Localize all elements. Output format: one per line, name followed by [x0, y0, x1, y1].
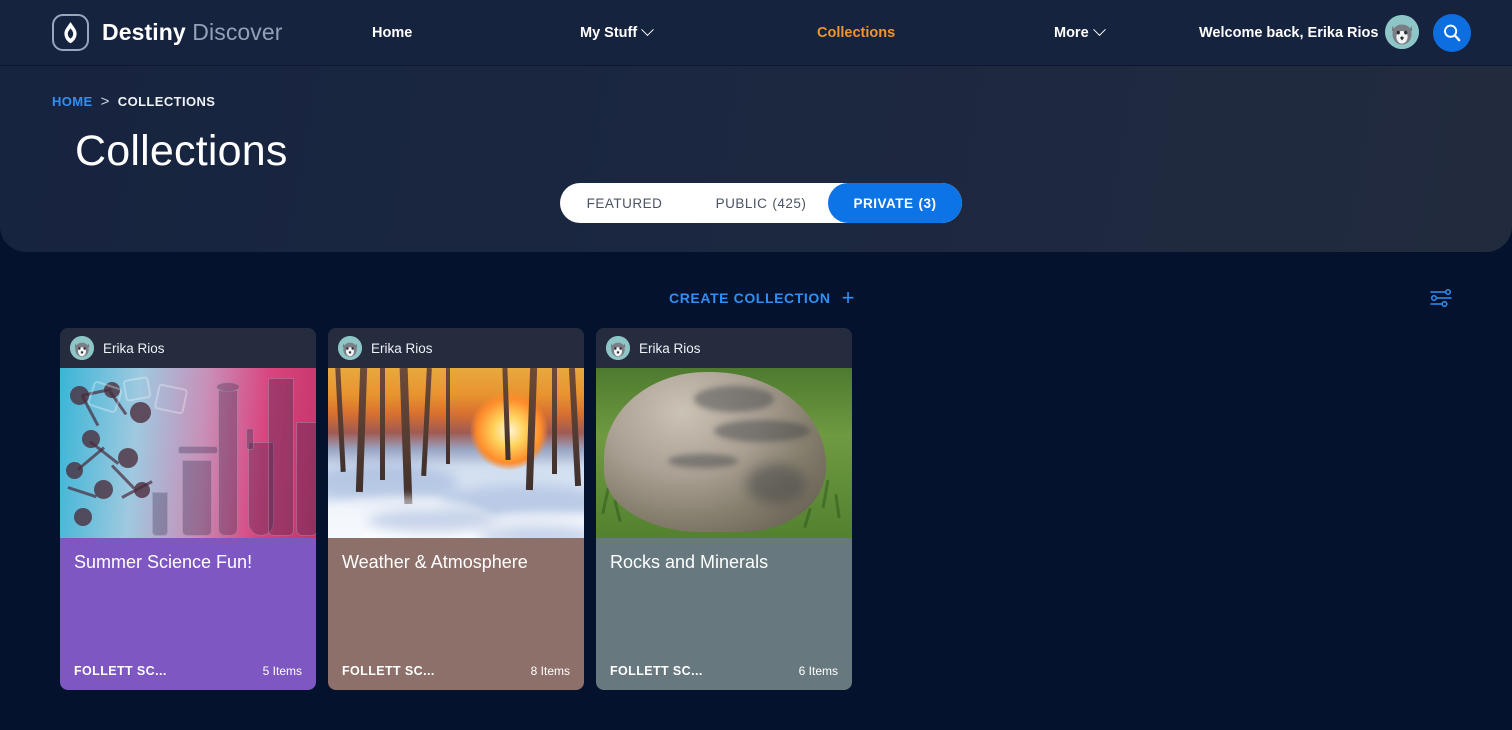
tab-public-count: (425)	[772, 195, 807, 211]
brand-name-primary: Destiny	[102, 19, 186, 45]
tab-featured-label: FEATURED	[586, 195, 663, 211]
nav-item-more[interactable]: More	[1054, 23, 1106, 41]
card-owner-name: Erika Rios	[371, 340, 433, 356]
card-body: Summer Science Fun! FOLLETT SC... 5 Item…	[60, 538, 316, 690]
search-icon	[1444, 24, 1461, 42]
tab-featured[interactable]: FEATURED	[560, 183, 694, 223]
wolf-avatar-icon	[338, 336, 362, 360]
breadcrumb-current: COLLECTIONS	[117, 94, 216, 109]
top-navigation-bar: Destiny Discover Home My Stuff Collectio…	[0, 0, 1512, 66]
card-owner-bar: Erika Rios	[596, 328, 852, 368]
nav-item-more-label: More	[1054, 24, 1089, 41]
card-owner-bar: Erika Rios	[328, 328, 584, 368]
brand-name-secondary: Discover	[192, 19, 283, 45]
filter-button[interactable]	[1428, 285, 1454, 311]
chevron-down-icon	[1092, 23, 1106, 37]
tab-private[interactable]: PRIVATE (3)	[828, 183, 962, 223]
granite-boulder-on-grass-photo	[596, 368, 852, 538]
create-collection-label: CREATE COLLECTION	[669, 290, 831, 306]
nav-item-home-label: Home	[372, 24, 413, 41]
collection-card[interactable]: Erika Rios	[328, 328, 584, 690]
card-organization: FOLLETT SC...	[342, 664, 435, 678]
filter-sliders-icon	[1430, 288, 1452, 308]
card-owner-bar: Erika Rios	[60, 328, 316, 368]
destiny-flame-logo-icon	[52, 14, 89, 51]
nav-item-my-stuff-label: My Stuff	[580, 24, 638, 41]
breadcrumb-home-link[interactable]: HOME	[52, 94, 93, 109]
main-content: CREATE COLLECTION + Erika Rios Summer Sc…	[0, 252, 1512, 730]
collection-card-grid: Erika Rios Summer Science Fun! FOLLETT S…	[60, 328, 852, 690]
nav-item-collections-label: Collections	[817, 24, 896, 41]
breadcrumb: HOME > COLLECTIONS	[52, 93, 215, 110]
wolf-avatar-icon	[606, 336, 630, 360]
wolf-avatar-icon	[70, 336, 94, 360]
plus-icon: +	[841, 285, 856, 310]
card-organization: FOLLETT SC...	[74, 664, 167, 678]
collection-card[interactable]: Erika Rios Rocks and Minerals FOLLETT SC…	[596, 328, 852, 690]
collection-card[interactable]: Erika Rios	[60, 328, 316, 690]
card-title: Weather & Atmosphere	[342, 552, 528, 572]
tab-public[interactable]: PUBLIC (425)	[694, 183, 828, 223]
user-avatar-button[interactable]	[1385, 15, 1419, 49]
card-item-count: 6 Items	[798, 664, 838, 678]
card-title: Summer Science Fun!	[74, 552, 253, 572]
card-footer: FOLLETT SC... 5 Items	[74, 664, 302, 678]
nav-item-my-stuff[interactable]: My Stuff	[580, 23, 655, 41]
page-title: Collections	[75, 127, 288, 175]
collection-visibility-tabs: FEATURED PUBLIC (425) PRIVATE (3)	[560, 183, 962, 223]
tab-private-count: (3)	[918, 195, 937, 211]
card-owner-name: Erika Rios	[639, 340, 701, 356]
card-item-count: 5 Items	[262, 664, 302, 678]
nav-item-home[interactable]: Home	[372, 25, 412, 41]
card-footer: FOLLETT SC... 8 Items	[342, 664, 570, 678]
nav-item-collections[interactable]: Collections	[817, 25, 895, 41]
winter-sunset-birch-forest-photo	[328, 368, 584, 538]
create-collection-button[interactable]: CREATE COLLECTION +	[669, 287, 855, 309]
brand-logo-link[interactable]: Destiny Discover	[52, 14, 283, 51]
chemistry-lab-glassware-photo	[60, 368, 316, 538]
breadcrumb-separator-icon: >	[100, 93, 110, 110]
wolf-avatar-icon	[1385, 15, 1419, 49]
search-button[interactable]	[1433, 14, 1471, 52]
card-body: Rocks and Minerals FOLLETT SC... 6 Items	[596, 538, 852, 690]
card-body: Weather & Atmosphere FOLLETT SC... 8 Ite…	[328, 538, 584, 690]
card-owner-name: Erika Rios	[103, 340, 165, 356]
chevron-down-icon	[641, 23, 655, 37]
welcome-message: Welcome back, Erika Rios	[1199, 25, 1379, 41]
tab-public-label: PUBLIC	[715, 195, 768, 211]
card-footer: FOLLETT SC... 6 Items	[610, 664, 838, 678]
tab-private-label: PRIVATE	[853, 195, 914, 211]
card-organization: FOLLETT SC...	[610, 664, 703, 678]
card-title: Rocks and Minerals	[610, 552, 769, 572]
card-item-count: 8 Items	[530, 664, 570, 678]
